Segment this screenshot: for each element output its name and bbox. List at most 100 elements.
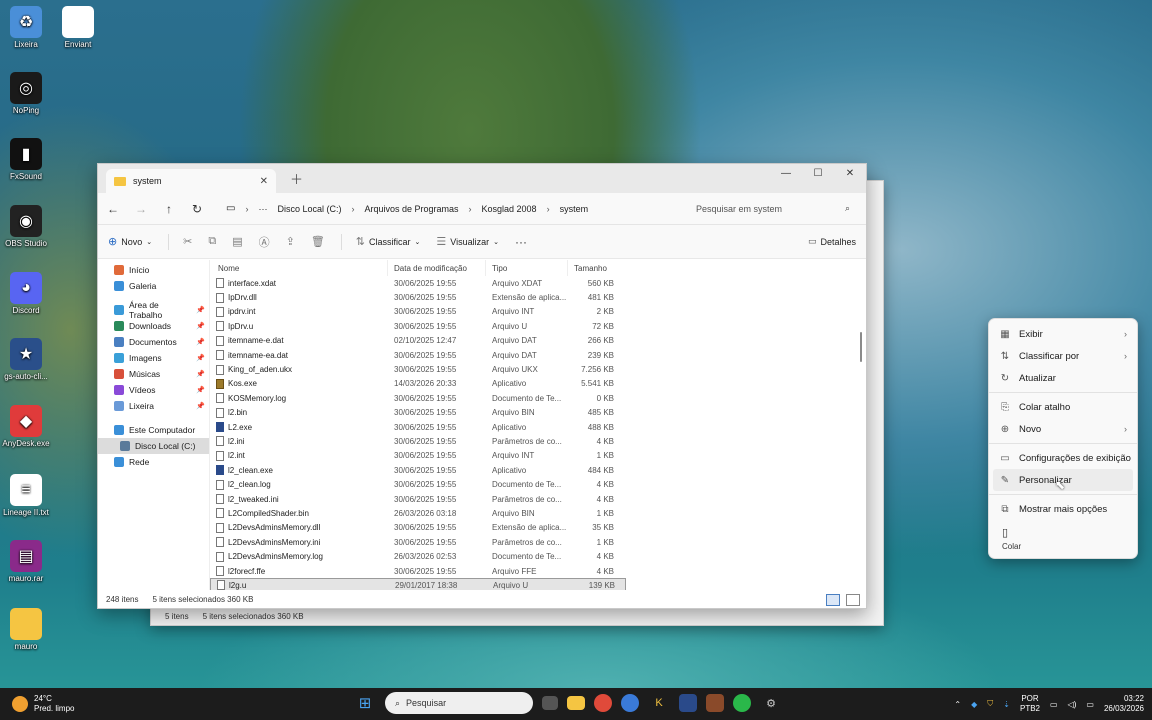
cut-button[interactable]: ✂: [183, 235, 192, 248]
desktop-shortcut[interactable]: ♻ Lixeira: [0, 6, 52, 49]
table-row[interactable]: L2DevsAdminsMemory.log 26/03/2026 02:53 Do…: [210, 549, 626, 563]
table-row[interactable]: IpDrv.u 30/06/2025 19:55 Arquivo U 72 KB: [210, 319, 626, 333]
refresh-icon[interactable]: ↻: [190, 202, 204, 216]
task-view-icon[interactable]: [542, 696, 558, 710]
sidebar-item[interactable]: Documentos 📌: [98, 334, 209, 350]
paste-button[interactable]: ▤: [232, 235, 242, 248]
table-row[interactable]: l2_tweaked.ini 30/06/2025 19:55 Parâmetros…: [210, 492, 626, 506]
table-row[interactable]: L2DevsAdminsMemory.dll 30/06/2025 19:55 Ex…: [210, 521, 626, 535]
explorer-window[interactable]: system ✕ ＋ — ☐ ✕ ← → ↑ ↻ ▭ › ··· Disco L…: [97, 163, 867, 609]
desktop-shortcut[interactable]: ◆ AnyDesk.exe: [0, 405, 52, 448]
title-bar[interactable]: system ✕ ＋ — ☐ ✕: [98, 164, 866, 193]
menu-item[interactable]: ⎘ Colar atalho: [989, 396, 1137, 418]
pin-icon[interactable]: 📌: [196, 354, 205, 362]
breadcrumb-disk[interactable]: Disco Local (C:): [277, 204, 341, 214]
settings-icon[interactable]: ⚙: [760, 692, 782, 714]
network-icon[interactable]: ▭: [1050, 700, 1058, 709]
chevron-up-icon[interactable]: ⌃: [954, 700, 961, 709]
menu-item[interactable]: ↻ Atualizar: [989, 367, 1137, 389]
desktop-shortcut[interactable]: mauro: [0, 608, 52, 651]
menu-item[interactable]: ⊕ Novo ›: [989, 418, 1137, 440]
breadcrumb-kosglad[interactable]: Kosglad 2008: [482, 204, 537, 214]
table-row[interactable]: IpDrv.dll 30/06/2025 19:55 Extensão de apl…: [210, 290, 626, 304]
tray-app-icon[interactable]: ◆: [971, 700, 977, 709]
pin-icon[interactable]: 📌: [196, 402, 205, 410]
sidebar-item[interactable]: Lixeira 📌: [98, 398, 209, 414]
sidebar-item[interactable]: Este Computador: [98, 422, 209, 438]
desktop-shortcut[interactable]: ◉ OBS Studio: [0, 205, 52, 248]
table-row[interactable]: L2CompiledShader.bin 26/03/2026 03:18 Arqu…: [210, 506, 626, 520]
desktop-shortcut[interactable]: Enviant: [52, 6, 104, 49]
desktop-shortcut[interactable]: ★ gs-auto-cli...: [0, 338, 52, 381]
new-button[interactable]: ⊕ Novo ⌄: [108, 235, 152, 248]
windows-start-icon[interactable]: ⊞: [354, 692, 376, 714]
view-button[interactable]: ☰ Visualizar ⌄: [436, 235, 499, 248]
sort-button[interactable]: ⇅ Classificar ⌄: [356, 235, 421, 248]
table-row[interactable]: itemname-ea.dat 30/06/2025 19:55 Arquivo D…: [210, 348, 626, 362]
table-row[interactable]: l2.int 30/06/2025 19:55 Arquivo INT 1 KB: [210, 449, 626, 463]
menu-item[interactable]: ⧉ Mostrar mais opções: [989, 498, 1137, 520]
copy-button[interactable]: ⧉: [208, 235, 216, 248]
up-arrow-icon[interactable]: ↑: [162, 202, 176, 216]
close-tab-icon[interactable]: ✕: [260, 176, 268, 187]
ellipsis-icon[interactable]: ···: [258, 204, 267, 214]
volume-icon[interactable]: ◁): [1068, 700, 1077, 709]
weather-widget[interactable]: 24°C Pred. limpo: [0, 694, 74, 714]
kosglad-icon[interactable]: K: [648, 692, 670, 714]
desktop-shortcut[interactable]: ▤ mauro.rar: [0, 540, 52, 583]
table-row[interactable]: l2forecf.ffe 30/06/2025 19:55 Arquivo FFE 4…: [210, 564, 626, 578]
table-row[interactable]: Kos.exe 14/03/2026 20:33 Aplicativo 5.541 K…: [210, 377, 626, 391]
breadcrumb-system[interactable]: system: [560, 204, 589, 214]
table-row[interactable]: l2_clean.log 30/06/2025 19:55 Documento de…: [210, 477, 626, 491]
battery-icon[interactable]: ▭: [1086, 700, 1094, 709]
delete-button[interactable]: 🗑: [311, 235, 325, 248]
share-button[interactable]: ⇪: [286, 235, 295, 248]
forward-arrow-icon[interactable]: →: [134, 202, 148, 216]
whatsapp-icon[interactable]: [733, 694, 751, 712]
taskbar-search-input[interactable]: ⌕ Pesquisar: [385, 692, 533, 714]
table-row[interactable]: l2.ini 30/06/2025 19:55 Parâmetros de co..…: [210, 434, 626, 448]
navigation-pane[interactable]: Início Galeria Área de Trabalho 📌 Downloads 📌…: [98, 260, 210, 590]
minimize-button[interactable]: —: [770, 164, 802, 182]
menu-item[interactable]: ▭ Configurações de exibição: [989, 447, 1137, 469]
table-row[interactable]: l2.bin 30/06/2025 19:55 Arquivo BIN 485 KB: [210, 406, 626, 420]
file-explorer-icon[interactable]: [567, 696, 585, 710]
sidebar-item[interactable]: Vídeos 📌: [98, 382, 209, 398]
menu-item[interactable]: ⇅ Classificar por ›: [989, 345, 1137, 367]
sidebar-item[interactable]: Músicas 📌: [98, 366, 209, 382]
desktop-shortcut[interactable]: ◕ Discord: [0, 272, 52, 315]
table-row[interactable]: L2DevsAdminsMemory.ini 30/06/2025 19:55 Pa…: [210, 535, 626, 549]
table-row[interactable]: L2.exe 30/06/2025 19:55 Aplicativo 488 KB: [210, 420, 626, 434]
desktop-shortcut[interactable]: ◎ NoPing: [0, 72, 52, 115]
rename-button[interactable]: Ⓐ: [259, 234, 270, 250]
search-input[interactable]: Pesquisar em system ⌕: [688, 197, 858, 220]
tray-usb-icon[interactable]: ⇣: [1003, 700, 1010, 709]
breadcrumb-program-files[interactable]: Arquivos de Programas: [364, 204, 458, 214]
sidebar-item[interactable]: Disco Local (C:): [98, 438, 209, 454]
context-menu[interactable]: ▦ Exibir › ⇅ Classificar por › ↻ Atualizar ⎘ Cola…: [988, 318, 1138, 559]
pin-icon[interactable]: 📌: [196, 370, 205, 378]
new-tab-button[interactable]: ＋: [290, 169, 303, 188]
monitor-icon[interactable]: ▭: [226, 203, 235, 214]
sidebar-item[interactable]: Rede: [98, 454, 209, 470]
tiles-view-icon[interactable]: [846, 594, 860, 606]
pin-icon[interactable]: 📌: [196, 322, 205, 330]
table-row[interactable]: itemname-e.dat 02/10/2025 12:47 Arquivo DA…: [210, 334, 626, 348]
sidebar-item[interactable]: Início: [98, 262, 209, 278]
rar-icon[interactable]: [706, 694, 724, 712]
table-row[interactable]: l2_clean.exe 30/06/2025 19:55 Aplicativo 48…: [210, 463, 626, 477]
close-button[interactable]: ✕: [834, 164, 866, 182]
tray-shield-icon[interactable]: ⛉: [987, 699, 993, 709]
table-row[interactable]: KOSMemory.log 30/06/2025 19:55 Documento d…: [210, 391, 626, 405]
breadcrumb[interactable]: ▭ › ··· Disco Local (C:) › Arquivos de P…: [218, 198, 646, 220]
app-icon[interactable]: [621, 694, 639, 712]
maximize-button[interactable]: ☐: [802, 164, 834, 182]
desktop-shortcut[interactable]: ▮ FxSound: [0, 138, 52, 181]
back-arrow-icon[interactable]: ←: [106, 202, 120, 216]
column-size[interactable]: Tamanho: [568, 260, 618, 276]
details-button[interactable]: ▭ Detalhes: [808, 236, 856, 247]
game-app-icon[interactable]: [679, 694, 697, 712]
more-options-button[interactable]: ···: [515, 235, 527, 249]
menu-item[interactable]: ▦ Exibir ›: [989, 323, 1137, 345]
sidebar-item[interactable]: Galeria: [98, 278, 209, 294]
